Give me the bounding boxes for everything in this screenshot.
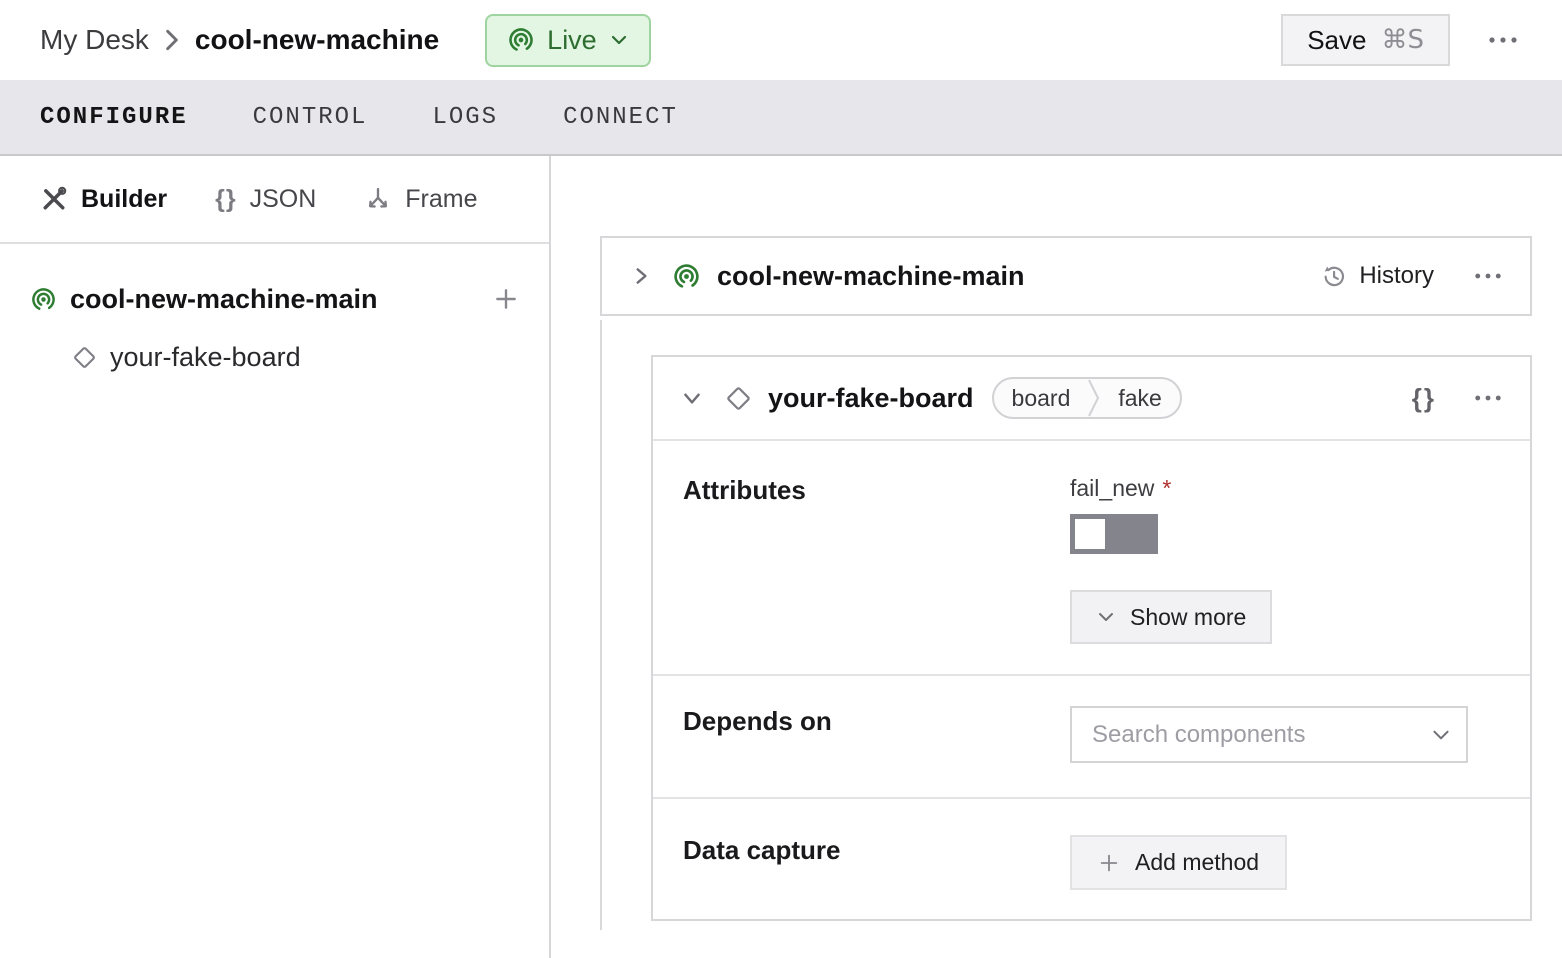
part-card: cool-new-machine-main History	[600, 236, 1532, 316]
save-shortcut: ⌘S	[1381, 25, 1424, 55]
broadcast-icon	[507, 26, 535, 54]
data-capture-section: Data capture Add method	[653, 797, 1530, 923]
badge-separator-icon	[1088, 379, 1100, 417]
breadcrumb-current: cool-new-machine	[195, 24, 439, 56]
plus-icon	[493, 286, 519, 312]
mode-label-frame: Frame	[405, 185, 477, 214]
ellipsis-icon	[1474, 271, 1502, 281]
show-more-button[interactable]: Show more	[1070, 590, 1272, 644]
braces-icon: {}	[215, 185, 236, 214]
broadcast-icon	[672, 262, 701, 291]
attributes-section: Attributes fail_new * Show more	[653, 439, 1530, 674]
required-marker: *	[1162, 475, 1171, 501]
tree-component-name: your-fake-board	[110, 342, 301, 373]
data-capture-label: Data capture	[683, 835, 1070, 887]
tree-item-part[interactable]: cool-new-machine-main	[30, 272, 549, 326]
show-more-label: Show more	[1130, 604, 1246, 631]
broadcast-icon	[30, 286, 57, 313]
primary-tabbar: CONFIGURE CONTROL LOGS CONNECT	[0, 80, 1562, 156]
component-menu-button[interactable]	[1474, 393, 1502, 403]
config-mode-tabs: Builder {} JSON Frame	[0, 156, 549, 244]
ellipsis-icon	[1488, 35, 1518, 45]
tab-connect[interactable]: CONNECT	[563, 98, 678, 137]
badge-type: board	[994, 379, 1089, 417]
sidebar: Builder {} JSON Frame	[0, 156, 551, 958]
chevron-down-icon	[681, 387, 703, 409]
history-icon	[1320, 263, 1346, 289]
part-expand-button[interactable]	[630, 265, 652, 287]
history-button[interactable]: History	[1320, 262, 1434, 290]
add-method-button[interactable]: Add method	[1070, 835, 1287, 890]
mode-tab-json[interactable]: {} JSON	[215, 185, 316, 214]
history-label: History	[1359, 262, 1434, 290]
component-type-badge: board fake	[992, 377, 1182, 419]
ellipsis-icon	[1474, 393, 1502, 403]
depends-on-placeholder: Search components	[1092, 721, 1430, 749]
chevron-down-icon	[1096, 607, 1116, 627]
depends-on-section: Depends on Search components	[653, 674, 1530, 797]
toggle-knob	[1075, 519, 1105, 549]
tab-control[interactable]: CONTROL	[253, 98, 368, 137]
add-method-label: Add method	[1135, 849, 1259, 876]
depends-on-select[interactable]: Search components	[1070, 706, 1468, 763]
save-button[interactable]: Save ⌘S	[1281, 14, 1450, 66]
tree-indent-line	[600, 320, 602, 930]
machine-status-dropdown[interactable]: Live	[485, 14, 651, 67]
tab-configure[interactable]: CONFIGURE	[40, 98, 188, 137]
machine-menu-button[interactable]	[1488, 35, 1518, 45]
diamond-icon	[72, 345, 97, 370]
part-menu-button[interactable]	[1474, 271, 1502, 281]
tab-logs[interactable]: LOGS	[432, 98, 498, 137]
component-card-header: your-fake-board board fake {}	[653, 357, 1530, 439]
mode-label-builder: Builder	[81, 185, 167, 214]
mode-tab-frame[interactable]: Frame	[364, 185, 477, 214]
save-label: Save	[1307, 25, 1366, 56]
component-card-title: your-fake-board	[768, 383, 974, 414]
app: My Desk cool-new-machine Live Save ⌘S	[0, 0, 1562, 958]
component-collapse-button[interactable]	[681, 387, 703, 409]
chevron-right-icon	[163, 27, 181, 53]
chevron-down-icon	[609, 30, 629, 50]
badge-model: fake	[1100, 379, 1179, 417]
chevron-down-icon	[1430, 724, 1452, 746]
attributes-label: Attributes	[683, 475, 1070, 644]
mode-tab-builder[interactable]: Builder	[40, 185, 167, 214]
chevron-right-icon	[630, 265, 652, 287]
component-json-button[interactable]: {}	[1412, 383, 1436, 414]
tree-part-name: cool-new-machine-main	[70, 284, 378, 315]
mode-label-json: JSON	[250, 185, 317, 214]
frame-axes-icon	[364, 185, 392, 213]
tools-icon	[40, 185, 68, 213]
header: My Desk cool-new-machine Live Save ⌘S	[0, 0, 1562, 80]
live-label: Live	[547, 25, 597, 56]
component-card: your-fake-board board fake {}	[651, 355, 1532, 921]
machine-tree: cool-new-machine-main your-fake-board	[0, 244, 549, 384]
tree-item-component[interactable]: your-fake-board	[72, 330, 549, 384]
diamond-icon	[725, 385, 752, 412]
breadcrumb: My Desk cool-new-machine	[40, 24, 439, 56]
breadcrumb-root-link[interactable]: My Desk	[40, 24, 149, 56]
plus-icon	[1098, 852, 1120, 874]
fail-new-toggle[interactable]	[1070, 514, 1158, 554]
content: Builder {} JSON Frame	[0, 156, 1562, 958]
depends-on-label: Depends on	[683, 706, 1070, 767]
config-panel: cool-new-machine-main History	[551, 156, 1562, 958]
attribute-field-label: fail_new *	[1070, 475, 1500, 502]
part-card-title: cool-new-machine-main	[717, 261, 1025, 292]
field-name: fail_new	[1070, 475, 1154, 501]
add-component-button[interactable]	[493, 286, 519, 312]
